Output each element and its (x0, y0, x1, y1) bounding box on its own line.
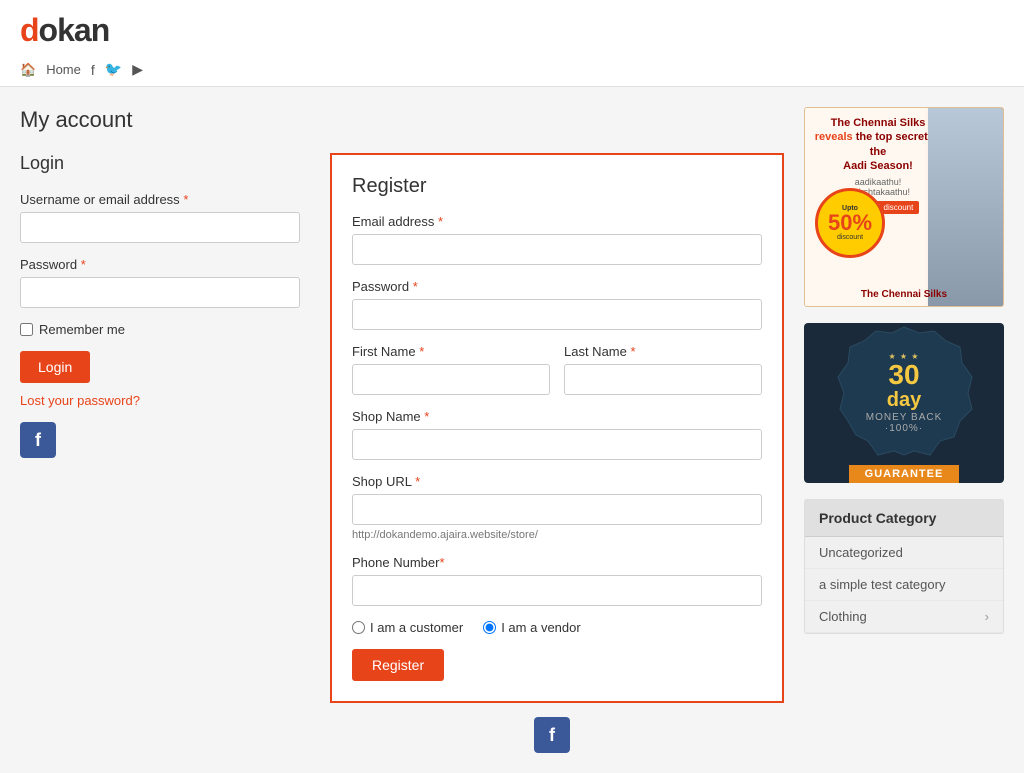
email-label: Email address * (352, 214, 762, 229)
shop-name-group: Shop Name * (352, 409, 762, 460)
username-required: * (183, 192, 188, 207)
category-item-test[interactable]: a simple test category (805, 569, 1003, 601)
ad-footer: The Chennai Silks (811, 289, 997, 300)
facebook-register-area: f (20, 717, 784, 753)
name-row: First Name * Last Name * (352, 344, 762, 409)
login-title: Login (20, 153, 300, 174)
login-password-label: Password * (20, 257, 300, 272)
login-password-input[interactable] (20, 277, 300, 308)
main-container: My account Login Username or email addre… (0, 87, 1024, 773)
reg-password-group: Password * (352, 279, 762, 330)
vendor-label-text: I am a vendor (501, 620, 581, 635)
login-section: Login Username or email address * Passwo… (20, 153, 300, 703)
shop-url-label: Shop URL * (352, 474, 762, 489)
last-name-required: * (631, 344, 636, 359)
category-item-clothing[interactable]: Clothing › (805, 601, 1003, 633)
shop-name-label: Shop Name * (352, 409, 762, 424)
lost-password-link[interactable]: Lost your password? (20, 393, 300, 408)
product-category-title: Product Category (805, 500, 1003, 537)
login-button[interactable]: Login (20, 351, 90, 383)
customer-label-text: I am a customer (370, 620, 463, 635)
badge-day-label: day (866, 389, 943, 412)
ad-person-silhouette (928, 108, 1003, 307)
twitter-nav-icon[interactable]: 🐦 (105, 61, 122, 78)
last-name-label: Last Name * (564, 344, 762, 359)
clothing-arrow-icon: › (985, 609, 989, 624)
last-name-group: Last Name * (564, 344, 762, 395)
facebook-register-button[interactable]: f (534, 717, 570, 753)
username-group: Username or email address * (20, 192, 300, 243)
username-label: Username or email address * (20, 192, 300, 207)
home-icon: 🏠 (20, 62, 36, 78)
vendor-radio[interactable] (483, 621, 496, 634)
shop-name-input[interactable] (352, 429, 762, 460)
shop-url-group: Shop URL * http://dokandemo.ajaira.websi… (352, 474, 762, 541)
badge-guarantee-label: GUARANTEE (849, 465, 960, 483)
home-link[interactable]: Home (46, 62, 81, 77)
login-password-required: * (81, 257, 86, 272)
email-input[interactable] (352, 234, 762, 265)
first-name-required: * (419, 344, 424, 359)
shop-name-required: * (424, 409, 429, 424)
site-logo[interactable]: dokan (20, 12, 1004, 49)
content-area: My account Login Username or email addre… (20, 107, 784, 753)
first-name-group: First Name * (352, 344, 550, 395)
nav-bar: 🏠 Home f 🐦 ▶ (20, 55, 1004, 86)
password-group: Password * (20, 257, 300, 308)
phone-input[interactable] (352, 575, 762, 606)
phone-group: Phone Number* (352, 555, 762, 606)
ad-discount-circle: Upto 50% discount (815, 188, 885, 258)
phone-required: * (439, 555, 444, 570)
first-name-label: First Name * (352, 344, 550, 359)
last-name-input[interactable] (564, 364, 762, 395)
category-item-uncategorized[interactable]: Uncategorized (805, 537, 1003, 569)
guarantee-badge: ★ ★ ★ 30 day MONEY BACK ·100%· GUARANTEE (804, 323, 1004, 483)
reg-password-input[interactable] (352, 299, 762, 330)
product-category-section: Product Category Uncategorized a simple … (804, 499, 1004, 634)
category-list: Uncategorized a simple test category Clo… (805, 537, 1003, 633)
remember-me-label: Remember me (39, 322, 125, 337)
reg-password-required: * (413, 279, 418, 294)
badge-days: 30 (866, 361, 943, 389)
page-title: My account (20, 107, 784, 133)
ad-headline: The Chennai Silks reveals the top secret… (813, 116, 943, 173)
email-group: Email address * (352, 214, 762, 265)
header: dokan 🏠 Home f 🐦 ▶ (0, 0, 1024, 87)
register-button[interactable]: Register (352, 649, 444, 681)
forms-row: Login Username or email address * Passwo… (20, 153, 784, 703)
badge-money-label: MONEY BACK (866, 412, 943, 423)
logo-first-letter: d (20, 12, 39, 48)
first-name-input[interactable] (352, 364, 550, 395)
remember-me-checkbox[interactable] (20, 323, 33, 336)
register-title: Register (352, 175, 762, 198)
role-choice-group: I am a customer I am a vendor (352, 620, 762, 635)
youtube-nav-icon[interactable]: ▶ (132, 61, 143, 78)
vendor-radio-label[interactable]: I am a vendor (483, 620, 581, 635)
shop-url-required: * (415, 474, 420, 489)
shop-url-hint: http://dokandemo.ajaira.website/store/ (352, 529, 762, 541)
logo-rest: okan (39, 12, 110, 48)
email-required: * (438, 214, 443, 229)
shop-url-input[interactable] (352, 494, 762, 525)
reg-password-label: Password * (352, 279, 762, 294)
ad-banner: The Chennai Silks reveals the top secret… (804, 107, 1004, 307)
sidebar: The Chennai Silks reveals the top secret… (804, 107, 1004, 753)
register-section: Register Email address * Password * (330, 153, 784, 703)
badge-back-label: ·100%· (866, 423, 943, 434)
username-input[interactable] (20, 212, 300, 243)
facebook-nav-icon[interactable]: f (91, 62, 95, 78)
facebook-login-button[interactable]: f (20, 422, 56, 458)
customer-radio-label[interactable]: I am a customer (352, 620, 463, 635)
remember-me-group: Remember me (20, 322, 300, 337)
badge-content: ★ ★ ★ 30 day MONEY BACK ·100%· (866, 352, 943, 434)
customer-radio[interactable] (352, 621, 365, 634)
phone-label: Phone Number* (352, 555, 762, 570)
